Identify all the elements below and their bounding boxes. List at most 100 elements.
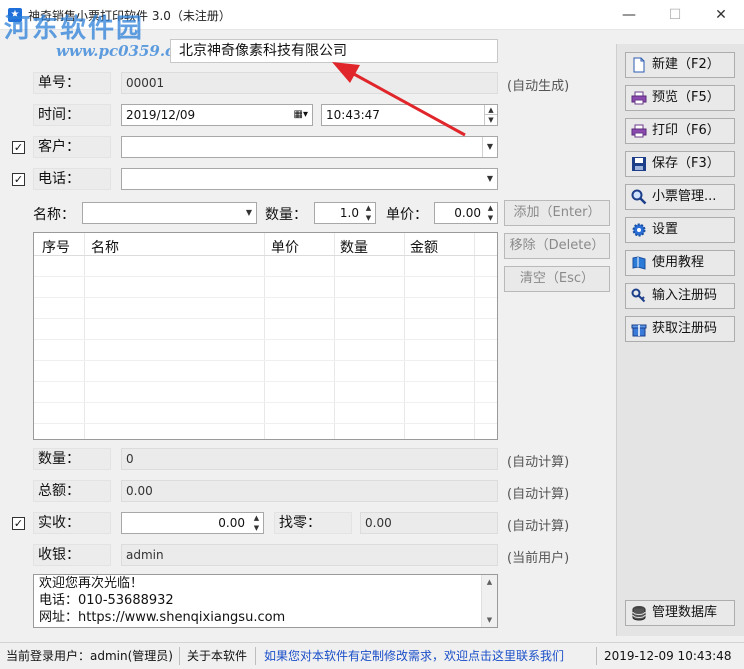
qty-spin-buttons[interactable]: ▲ ▼ (362, 203, 375, 223)
column-header-name[interactable]: 名称 (91, 237, 119, 257)
status-bar: 当前登录用户：admin(管理员) 关于本软件 如果您对本软件有定制修改需求，欢… (0, 642, 744, 669)
spin-down-icon[interactable]: ▼ (484, 213, 497, 223)
get-code-button-label: 获取注册码 (652, 321, 718, 336)
memo-line: 网址：https://www.shenqixiangsu.com (39, 610, 286, 625)
gear-icon (632, 223, 646, 237)
received-checkbox[interactable]: ✓ (12, 517, 25, 530)
preview-button[interactable]: 预览（F5） (625, 85, 735, 111)
grid-divider (34, 360, 497, 361)
save-button[interactable]: 保存（F3） (625, 151, 735, 177)
price-label: 单价： (386, 207, 428, 223)
column-header-price[interactable]: 单价 (271, 237, 299, 257)
received-spin-buttons[interactable]: ▲ ▼ (250, 513, 263, 533)
received-spinner[interactable]: 0.00 ▲ ▼ (121, 512, 264, 534)
total-hint: (自动计算) (507, 487, 570, 502)
price-spinner[interactable]: 0.00 ▲ ▼ (434, 202, 498, 224)
price-value: 0.00 (454, 206, 481, 220)
about-link[interactable]: 关于本软件 (187, 643, 247, 669)
new-button[interactable]: 新建（F2） (625, 52, 735, 78)
column-header-index[interactable]: 序号 (42, 237, 70, 257)
enter-code-button-label: 输入注册码 (652, 288, 718, 303)
minimize-button[interactable]: — (606, 0, 652, 30)
maximize-button[interactable]: ☐ (652, 0, 698, 30)
printer-icon (631, 124, 647, 138)
grid-divider (34, 381, 497, 382)
settings-button[interactable]: 设置 (625, 217, 735, 243)
date-picker[interactable]: 2019/12/09 ▦▾ (121, 104, 313, 126)
grid-divider (34, 276, 497, 277)
change-label: 找零： (274, 512, 352, 534)
new-button-label: 新建（F2） (652, 57, 720, 72)
remove-item-button[interactable]: 移除（Delete） (504, 233, 610, 259)
items-table[interactable]: 序号 名称 单价 数量 金额 (33, 232, 498, 440)
clear-items-button[interactable]: 清空（Esc） (504, 266, 610, 292)
ticket-manage-button[interactable]: 小票管理... (625, 184, 735, 210)
printer-preview-icon (631, 91, 647, 105)
save-button-label: 保存（F3） (652, 156, 720, 171)
spin-up-icon[interactable]: ▲ (250, 513, 263, 523)
status-user: 当前登录用户：admin(管理员) (6, 649, 173, 663)
customer-label: 客户： (33, 136, 111, 158)
total-field: 0.00 (121, 480, 498, 502)
status-divider (255, 647, 256, 665)
spin-up-icon[interactable]: ▲ (484, 203, 497, 213)
status-divider (596, 647, 597, 665)
manage-db-button[interactable]: 管理数据库 (625, 600, 735, 626)
grid-divider (404, 233, 405, 439)
add-item-button[interactable]: 添加（Enter） (504, 200, 610, 226)
column-header-amount[interactable]: 金额 (410, 237, 438, 257)
spin-down-icon[interactable]: ▼ (485, 115, 497, 125)
qty-value: 1.0 (339, 206, 359, 220)
item-name-combobox[interactable]: ▼ (82, 202, 257, 224)
key-icon (631, 288, 646, 303)
grid-divider (34, 402, 497, 403)
annotation-arrow-icon (332, 62, 466, 137)
phone-label: 电话： (33, 168, 111, 190)
memo-line: 欢迎您再次光临！ (39, 576, 144, 591)
get-code-button[interactable]: 获取注册码 (625, 316, 735, 342)
spin-up-icon[interactable]: ▲ (362, 203, 375, 213)
floppy-disk-icon (632, 157, 646, 171)
watermark-main: 河东软件园 (4, 14, 145, 44)
qty-spinner[interactable]: 1.0 ▲ ▼ (314, 202, 376, 224)
custom-dev-link[interactable]: 如果您对本软件有定制修改需求，欢迎点击这里联系我们 (264, 643, 564, 669)
memo-line: 电话：010-53688932 (39, 593, 174, 608)
phone-checkbox[interactable]: ✓ (12, 173, 25, 186)
chevron-down-icon[interactable]: ▼ (482, 137, 497, 157)
price-spin-buttons[interactable]: ▲ ▼ (484, 203, 497, 223)
enter-code-button[interactable]: 输入注册码 (625, 283, 735, 309)
customer-checkbox[interactable]: ✓ (12, 141, 25, 154)
grid-divider (34, 318, 497, 319)
sum-quantity-hint: (自动计算) (507, 455, 570, 470)
chevron-down-icon[interactable]: ▼ (487, 169, 493, 189)
tutorial-button[interactable]: 使用教程 (625, 250, 735, 276)
total-label: 总额： (33, 480, 111, 502)
date-value: 2019/12/09 (126, 108, 196, 122)
phone-combobox[interactable]: ▼ (121, 168, 498, 190)
time-label: 时间： (33, 104, 111, 126)
settings-button-label: 设置 (652, 222, 679, 237)
cashier-field: admin (121, 544, 498, 566)
qty-label: 数量： (265, 207, 307, 223)
spin-down-icon[interactable]: ▼ (250, 523, 263, 533)
column-header-quantity[interactable]: 数量 (340, 237, 368, 257)
scroll-down-icon[interactable]: ▼ (482, 613, 497, 627)
print-button-label: 打印（F6） (652, 123, 720, 138)
spin-down-icon[interactable]: ▼ (362, 213, 375, 223)
close-button[interactable]: ✕ (698, 0, 744, 30)
spin-up-icon[interactable]: ▲ (485, 105, 497, 115)
order-no-hint: (自动生成) (507, 79, 570, 94)
grid-divider (474, 233, 475, 439)
grid-divider (34, 339, 497, 340)
memo-scrollbar[interactable]: ▲ ▼ (481, 575, 497, 627)
preview-button-label: 预览（F5） (652, 90, 720, 105)
time-spin-buttons[interactable]: ▲ ▼ (484, 105, 497, 125)
watermark: 河东软件园 www.pc0359.cn (4, 8, 185, 60)
ticket-manage-button-label: 小票管理... (652, 189, 717, 204)
footer-memo-textarea[interactable]: 欢迎您再次光临！ 电话：010-53688932 网址：https://www.… (33, 574, 498, 628)
calendar-dropdown-icon[interactable]: ▦▾ (294, 105, 308, 125)
print-button[interactable]: 打印（F6） (625, 118, 735, 144)
sum-quantity-label: 数量： (33, 448, 111, 470)
scroll-up-icon[interactable]: ▲ (482, 575, 497, 589)
chevron-down-icon[interactable]: ▼ (246, 203, 252, 223)
